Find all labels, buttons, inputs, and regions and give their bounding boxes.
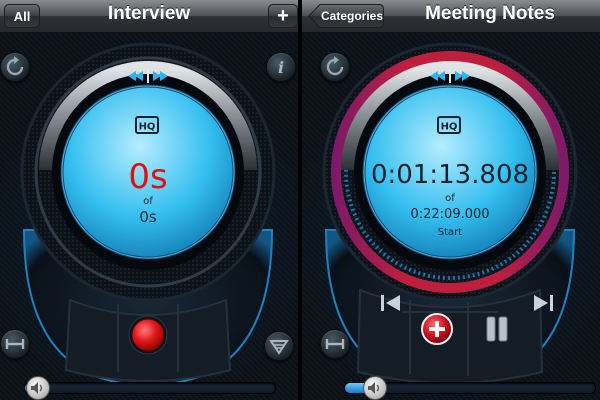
volume-slider[interactable] (338, 376, 596, 400)
info-icon[interactable]: i (266, 52, 296, 82)
total-time: 0:22:09.000 (410, 207, 489, 222)
record-button[interactable] (128, 315, 168, 355)
refresh-icon[interactable] (0, 52, 30, 82)
volume-track[interactable] (24, 382, 276, 394)
position-label: Start (438, 227, 463, 238)
trim-icon[interactable] (320, 329, 350, 359)
refresh-icon[interactable] (320, 52, 350, 82)
elapsed-time: 0:01:13.808 (371, 160, 529, 190)
speaker-icon (30, 382, 42, 394)
svg-text:HQ: HQ (139, 122, 156, 133)
of-label: of (143, 196, 153, 207)
add-bookmark-button[interactable] (420, 312, 454, 346)
volume-knob[interactable] (25, 376, 50, 400)
filter-menu-icon[interactable] (264, 331, 294, 361)
recorder-screen-interview: All Interview + HQ 0s of 0s i (0, 0, 298, 400)
scrub-arrows-icon[interactable] (428, 69, 472, 83)
time-readout: 0s of 0s (128, 157, 167, 226)
volume-knob[interactable] (363, 376, 387, 400)
app-root: All Interview + HQ 0s of 0s i Categories… (0, 0, 600, 400)
player-screen-meeting-notes: Categories Meeting Notes HQ 0:01:13.808 … (302, 0, 600, 400)
of-label: of (445, 193, 455, 204)
hq-badge: HQ (437, 116, 461, 134)
svg-text:HQ: HQ (441, 122, 458, 133)
volume-slider[interactable] (18, 376, 276, 400)
skip-forward-button[interactable] (530, 292, 556, 314)
elapsed-time: 0s (128, 157, 167, 197)
speaker-icon (368, 382, 380, 394)
svg-text:i: i (278, 58, 284, 77)
pause-button[interactable] (482, 314, 512, 344)
hq-badge: HQ (135, 116, 159, 134)
time-readout: 0:01:13.808 of 0:22:09.000 Start (371, 160, 529, 238)
total-time: 0s (139, 208, 157, 226)
trim-icon[interactable] (0, 329, 30, 359)
scrub-arrows-icon[interactable] (126, 69, 170, 83)
skip-back-button[interactable] (378, 292, 404, 314)
